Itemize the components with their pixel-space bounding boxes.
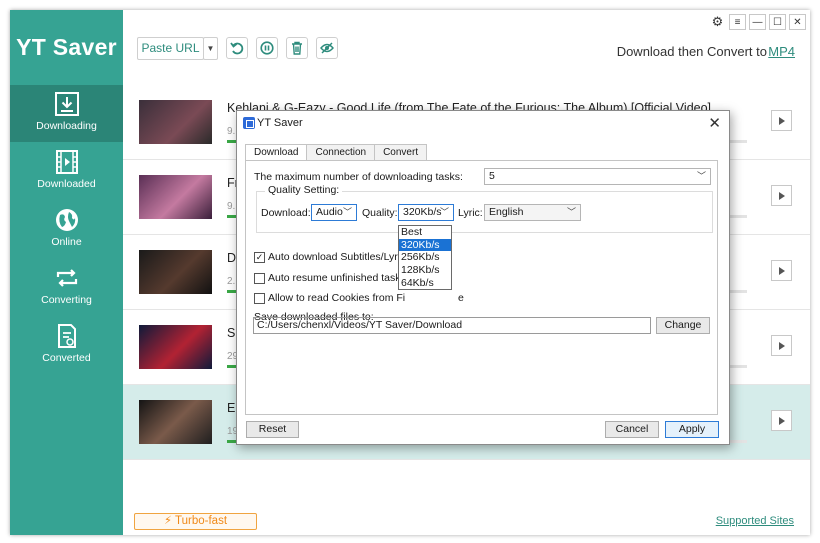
download-type-label: Download: bbox=[261, 207, 311, 219]
lyric-label: Lyric: bbox=[458, 207, 483, 219]
hide-eye-icon[interactable] bbox=[316, 37, 338, 59]
video-thumbnail bbox=[139, 175, 212, 219]
video-size: 2. bbox=[227, 276, 236, 287]
quality-select[interactable]: 320Kb/s ﹀ bbox=[398, 204, 454, 221]
quality-dropdown-list: Best 320Kb/s 256Kb/s 128Kb/s 64Kb/s bbox=[398, 225, 452, 290]
play-icon[interactable] bbox=[771, 260, 792, 281]
quality-setting-group: Quality Setting: Download: Audio ﹀ Qualit… bbox=[256, 184, 713, 233]
quality-option-256[interactable]: 256Kb/s bbox=[399, 251, 451, 264]
film-icon bbox=[55, 150, 78, 174]
quality-option-320[interactable]: 320Kb/s bbox=[399, 238, 451, 252]
max-tasks-label: The maximum number of downloading tasks: bbox=[254, 171, 463, 183]
convert-icon bbox=[56, 269, 77, 287]
maximize-icon[interactable]: ☐ bbox=[769, 14, 786, 30]
dialog-close-icon[interactable]: ✕ bbox=[708, 114, 721, 132]
apply-button[interactable]: Apply bbox=[665, 421, 719, 438]
sidebar-item-label: Converting bbox=[41, 294, 92, 306]
converted-file-icon bbox=[57, 324, 76, 348]
window-controls: ⚙ ≡ — ☐ ✕ bbox=[709, 14, 806, 30]
lyric-select[interactable]: English ﹀ bbox=[484, 204, 581, 221]
app-logo: YT Saver bbox=[16, 34, 117, 60]
quality-option-best[interactable]: Best bbox=[399, 226, 451, 239]
turbo-fast-button[interactable]: ⚡ Turbo-fast bbox=[134, 513, 257, 530]
play-icon[interactable] bbox=[771, 335, 792, 356]
change-button[interactable]: Change bbox=[656, 317, 710, 334]
quality-group-title: Quality Setting: bbox=[265, 184, 343, 196]
download-icon bbox=[54, 92, 79, 116]
dialog-tabs: Download Connection Convert bbox=[245, 144, 428, 161]
video-thumbnail bbox=[139, 325, 212, 369]
sidebar-item-converting[interactable]: Converting bbox=[10, 259, 123, 316]
sidebar-item-label: Downloaded bbox=[37, 178, 96, 190]
allow-cookies-label-tail: e bbox=[458, 292, 464, 304]
trash-icon[interactable] bbox=[286, 37, 308, 59]
max-tasks-select[interactable]: 5 ﹀ bbox=[484, 168, 711, 185]
sidebar-item-online[interactable]: Online bbox=[10, 201, 123, 258]
auto-subtitles-checkbox[interactable]: ✓ bbox=[254, 252, 265, 263]
paste-url-button[interactable]: Paste URL bbox=[137, 37, 204, 60]
sidebar-item-downloading[interactable]: Downloading bbox=[10, 85, 123, 142]
tab-connection[interactable]: Connection bbox=[306, 144, 376, 160]
quality-label: Quality: bbox=[362, 207, 398, 219]
play-icon[interactable] bbox=[771, 410, 792, 431]
sidebar-item-converted[interactable]: Converted bbox=[10, 317, 123, 374]
download-type-select[interactable]: Audio ﹀ bbox=[311, 204, 357, 221]
video-size: 9. bbox=[227, 201, 236, 212]
paste-url-dropdown-chevron-icon[interactable]: ▼ bbox=[203, 37, 218, 60]
save-path-input[interactable]: C:/Users/chenxl/Videos/YT Saver/Download bbox=[253, 317, 651, 334]
tab-download[interactable]: Download bbox=[245, 144, 308, 161]
video-thumbnail bbox=[139, 100, 212, 144]
convert-label: Download then Convert to bbox=[616, 44, 767, 59]
tab-convert[interactable]: Convert bbox=[374, 144, 428, 160]
video-thumbnail bbox=[139, 250, 212, 294]
settings-gear-icon[interactable]: ⚙ bbox=[709, 14, 726, 30]
convert-format-link[interactable]: MP4 bbox=[768, 44, 795, 59]
reset-button[interactable]: Reset bbox=[246, 421, 299, 438]
auto-subtitles-label: Auto download Subtitles/Lyric bbox=[268, 251, 406, 263]
pause-icon[interactable] bbox=[256, 37, 278, 59]
dialog-title: YT Saver bbox=[257, 117, 303, 129]
play-icon[interactable] bbox=[771, 185, 792, 206]
undo-icon[interactable] bbox=[226, 37, 248, 59]
sidebar-item-label: Online bbox=[51, 236, 82, 248]
minimize-icon[interactable]: — bbox=[749, 14, 766, 30]
video-thumbnail bbox=[139, 400, 212, 444]
supported-sites-link[interactable]: Supported Sites bbox=[716, 515, 794, 527]
quality-option-128[interactable]: 128Kb/s bbox=[399, 264, 451, 277]
sidebar: YT Saver Downloading Downloaded Online C… bbox=[10, 10, 123, 535]
auto-resume-label: Auto resume unfinished tasks bbox=[268, 272, 406, 284]
download-settings-panel: The maximum number of downloading tasks:… bbox=[245, 160, 718, 415]
sidebar-item-label: Downloading bbox=[36, 120, 97, 132]
cancel-button[interactable]: Cancel bbox=[605, 421, 659, 438]
app-small-icon bbox=[243, 117, 255, 129]
allow-cookies-label: Allow to read Cookies from Fi bbox=[268, 292, 406, 304]
quality-option-64[interactable]: 64Kb/s bbox=[399, 277, 451, 290]
globe-icon bbox=[55, 209, 78, 231]
allow-cookies-checkbox[interactable] bbox=[254, 293, 265, 304]
play-icon[interactable] bbox=[771, 110, 792, 131]
menu-icon[interactable]: ≡ bbox=[729, 14, 746, 30]
video-size: 9. bbox=[227, 126, 236, 137]
sidebar-item-downloaded[interactable]: Downloaded bbox=[10, 143, 123, 200]
auto-resume-checkbox[interactable] bbox=[254, 273, 265, 284]
settings-dialog: YT Saver ✕ Download Connection Convert T… bbox=[236, 110, 730, 445]
close-icon[interactable]: ✕ bbox=[789, 14, 806, 30]
sidebar-item-label: Converted bbox=[42, 352, 91, 364]
